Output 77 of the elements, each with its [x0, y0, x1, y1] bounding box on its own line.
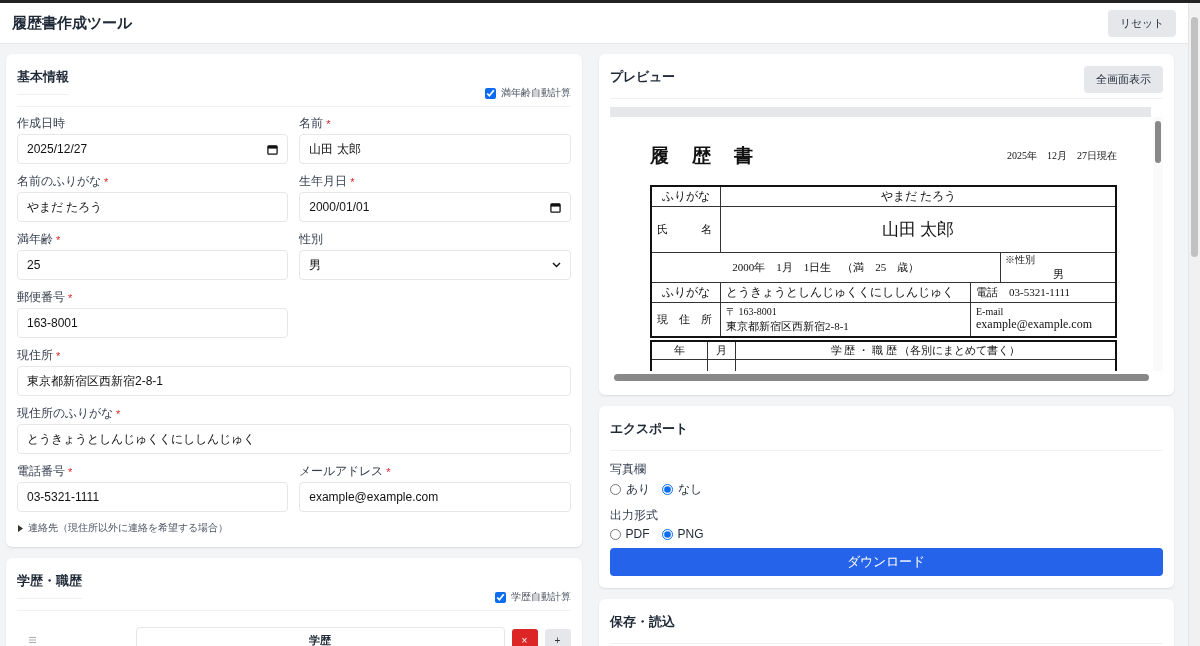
- field-label: メールアドレス: [299, 463, 384, 480]
- reset-button[interactable]: リセット: [1108, 9, 1176, 37]
- input-field[interactable]: 東京都新宿区西新宿2-8-1: [17, 366, 571, 396]
- input-field[interactable]: やまだ たろう: [17, 192, 289, 222]
- section-title: プレビュー: [609, 68, 675, 86]
- radio-label: PNG: [677, 527, 704, 541]
- required-mark: *: [68, 465, 73, 478]
- document-heading: 履 歴 書: [649, 144, 755, 168]
- scrollbar[interactable]: [613, 374, 1149, 381]
- required-mark: *: [386, 465, 391, 478]
- required-mark: *: [116, 407, 121, 420]
- input-field[interactable]: 25: [17, 250, 289, 280]
- calendar-icon[interactable]: [267, 143, 279, 155]
- required-mark: *: [56, 349, 61, 362]
- radio-label: あり: [625, 481, 650, 498]
- table-header: 年: [650, 340, 708, 359]
- radio-button[interactable]: [609, 484, 621, 495]
- table-cell: 氏 名: [650, 206, 721, 253]
- section-title: 保存・読込: [609, 613, 675, 631]
- calendar-icon[interactable]: [549, 201, 561, 213]
- checkbox-label: 満年齢自動計算: [500, 86, 571, 100]
- input-field[interactable]: example@example.com: [299, 482, 571, 512]
- field-label: 現住所: [17, 347, 53, 364]
- table-cell: とうきょうとしんじゅくくにししんじゅく: [720, 282, 971, 303]
- radio-label: なし: [677, 481, 702, 498]
- radio-button[interactable]: [661, 528, 673, 540]
- section-title: 基本情報: [17, 65, 69, 95]
- scrollbar[interactable]: [1188, 3, 1200, 646]
- required-mark: *: [68, 291, 73, 304]
- checkbox[interactable]: [484, 87, 496, 99]
- field-label: 郵便番号: [17, 289, 65, 306]
- field-label: 電話番号: [17, 463, 65, 480]
- section-title: エクスポート: [609, 420, 688, 438]
- table-cell: ふりがな: [650, 282, 721, 303]
- field-label: 満年齢: [17, 231, 53, 248]
- chevron-down-icon[interactable]: [551, 262, 561, 268]
- field-label: 現住所のふりがな: [17, 405, 113, 422]
- select-field[interactable]: 男: [299, 250, 571, 280]
- input-field[interactable]: とうきょうとしんじゅくくにししんじゅく: [17, 424, 571, 454]
- radio-button[interactable]: [661, 484, 673, 495]
- section-title: 学歴・職歴: [17, 569, 82, 599]
- radio-button[interactable]: [609, 528, 621, 540]
- table-header: 月: [707, 340, 736, 359]
- input-field[interactable]: 学歴: [136, 627, 505, 646]
- field-label: 名前のふりがな: [17, 173, 101, 190]
- document-date: 2025年 12月 27日現在: [1007, 149, 1117, 163]
- input-field[interactable]: 山田 太郎: [299, 134, 571, 164]
- table-cell: ふりがな: [650, 186, 721, 207]
- disclosure-label: 連絡先（現住所以外に連絡を希望する場合）: [28, 521, 228, 535]
- download-button[interactable]: ダウンロード: [609, 548, 1163, 576]
- date-field[interactable]: 2000/01/01: [299, 192, 571, 222]
- group-label: 写真欄: [609, 462, 646, 476]
- scrollbar[interactable]: [1153, 117, 1163, 371]
- checkbox-label: 学歴自動計算: [510, 590, 571, 604]
- checkbox[interactable]: [494, 591, 506, 603]
- field-label: 生年月日: [299, 173, 348, 190]
- contact-disclosure[interactable]: 連絡先（現住所以外に連絡を希望する場合）: [17, 521, 571, 535]
- caret-right-icon: [17, 524, 24, 532]
- field-label: 作成日時: [17, 115, 65, 132]
- drag-handle-icon[interactable]: [29, 637, 36, 643]
- delete-button[interactable]: ×: [511, 629, 538, 646]
- field-label: 性別: [299, 231, 324, 248]
- date-field[interactable]: 2025/12/27: [17, 134, 289, 164]
- fullscreen-button[interactable]: 全画面表示: [1084, 66, 1163, 93]
- required-mark: *: [350, 175, 355, 188]
- app-title: 履歴書作成ツール: [12, 13, 132, 33]
- required-mark: *: [326, 117, 331, 130]
- required-mark: *: [104, 175, 109, 188]
- add-button[interactable]: +: [544, 629, 571, 646]
- input-field[interactable]: 03-5321-1111: [17, 482, 289, 512]
- table-cell: ※性別 男: [1000, 252, 1116, 283]
- required-mark: *: [56, 233, 61, 246]
- input-field[interactable]: 163-8001: [17, 308, 289, 338]
- field-label: 名前: [299, 115, 324, 132]
- group-label: 出力形式: [609, 508, 658, 522]
- radio-label: PDF: [625, 527, 650, 541]
- table-cell: 2000年 1月 1日生 （満 25 歳）: [650, 252, 1001, 283]
